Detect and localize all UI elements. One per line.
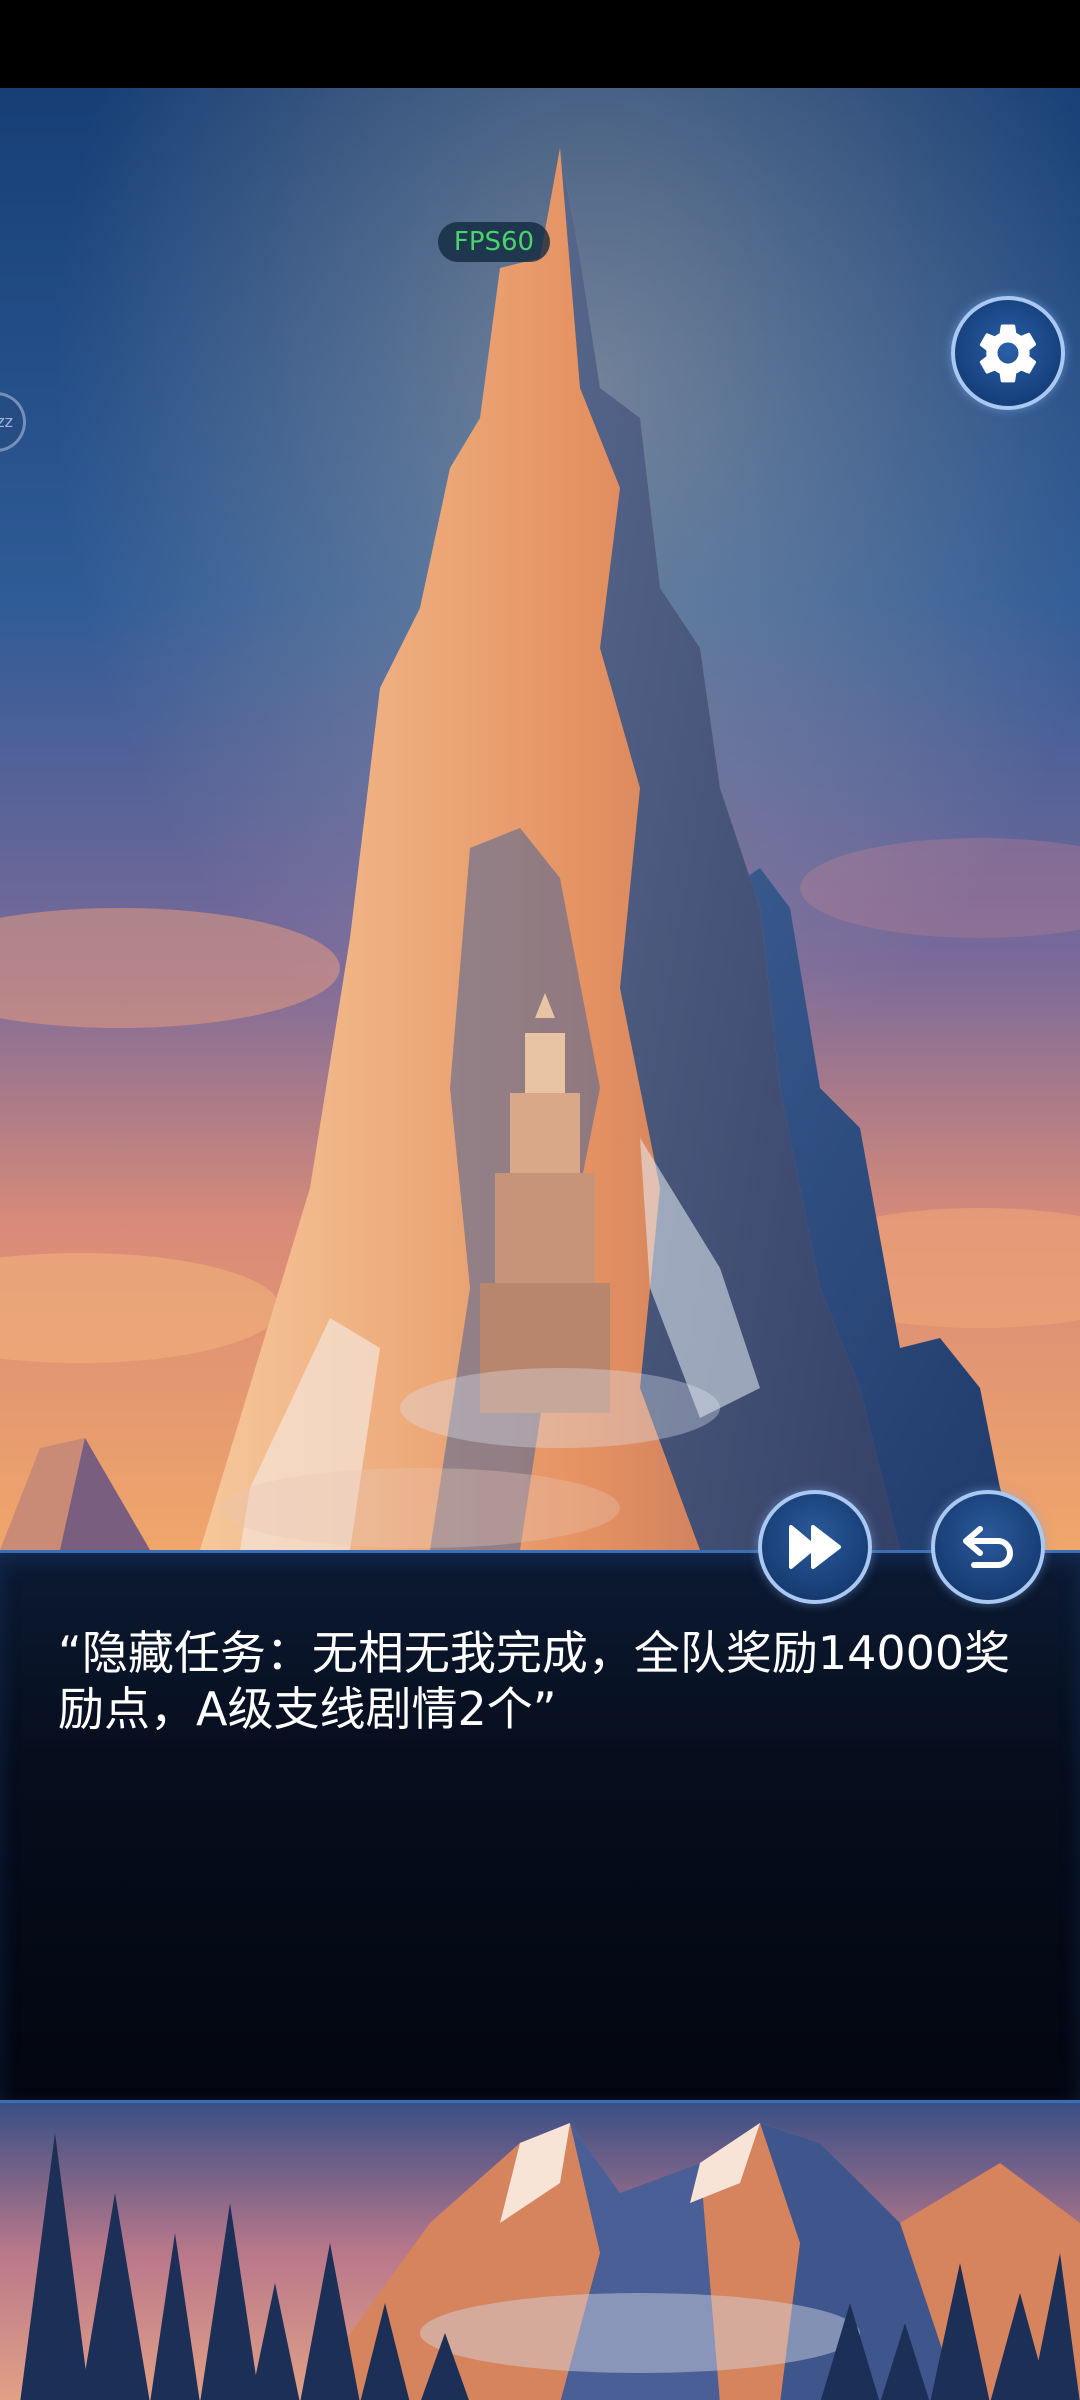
- dialogue-panel[interactable]: “隐藏任务：无相无我完成，全队奖励14000奖励点，A级支线剧情2个”: [0, 1550, 1080, 2100]
- mountain-illustration: [0, 88, 1080, 1550]
- dialogue-text: “隐藏任务：无相无我完成，全队奖励14000奖励点，A级支线剧情2个”: [58, 1626, 1011, 1736]
- fast-forward-icon: [789, 1525, 841, 1569]
- fast-forward-button[interactable]: [758, 1490, 872, 1604]
- settings-button[interactable]: [951, 296, 1065, 410]
- fps-counter: FPS60: [438, 222, 550, 262]
- forest-mountain-illustration: [0, 2103, 1080, 2400]
- mountain-scene-background: [0, 88, 1080, 1550]
- bottom-mountain-background: [0, 2100, 1080, 2400]
- gear-icon: [979, 324, 1037, 383]
- undo-arrow-icon: [963, 1526, 1013, 1568]
- status-bar: [0, 0, 1080, 88]
- game-screen: FPS60 zz “隐藏任务：无相无我完成，全队奖励14000奖励点，A级支线剧…: [0, 0, 1080, 2400]
- back-button[interactable]: [931, 1490, 1045, 1604]
